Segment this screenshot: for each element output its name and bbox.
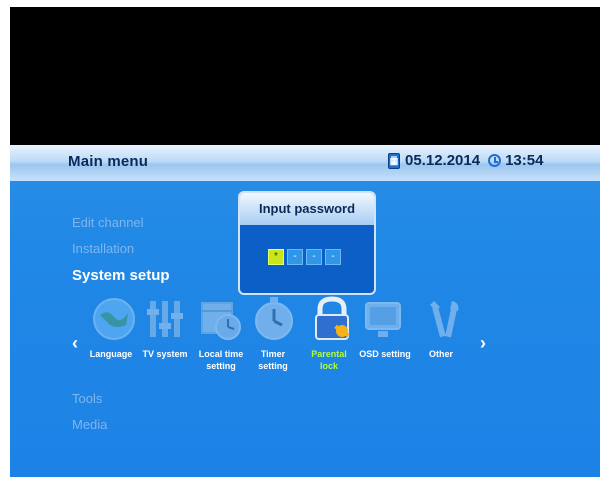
password-digit[interactable]: *	[268, 249, 284, 265]
osd-setting-icon[interactable]	[360, 295, 408, 343]
timer-icon[interactable]	[250, 295, 298, 343]
scroll-left-arrow[interactable]: ‹	[72, 333, 78, 354]
icon-label-osd-setting: OSD setting	[359, 349, 411, 359]
video-area	[10, 7, 600, 145]
menu-item-system-setup[interactable]: System setup	[72, 267, 170, 284]
icon-label-language: Language	[89, 349, 133, 359]
password-digit[interactable]: -	[325, 249, 341, 265]
calendar-icon: ▦	[388, 152, 400, 169]
tv-screen: Main menu ▦ 05.12.2014 13:54 Edit channe…	[10, 7, 600, 477]
menu-item-installation[interactable]: Installation	[72, 241, 134, 256]
parental-lock-icon[interactable]	[308, 295, 356, 343]
icon-label-other: Other	[428, 349, 453, 359]
password-dialog: Input password * - - -	[238, 191, 376, 295]
password-digit[interactable]: -	[287, 249, 303, 265]
main-menu-panel: Main menu ▦ 05.12.2014 13:54 Edit channe…	[10, 145, 600, 477]
menu-item-tools[interactable]: Tools	[72, 391, 102, 406]
current-time: 13:54	[505, 152, 544, 169]
icon-label-parental-lock: Parental lock	[311, 349, 347, 371]
main-menu-header: Main menu ▦ 05.12.2014 13:54	[10, 145, 600, 181]
password-digit[interactable]: -	[306, 249, 322, 265]
password-input[interactable]: * - - -	[268, 249, 341, 265]
scroll-right-arrow[interactable]: ›	[480, 333, 486, 354]
tv-system-icon[interactable]	[142, 295, 190, 343]
other-tools-icon[interactable]	[420, 295, 468, 343]
page-title: Main menu	[68, 153, 149, 170]
clock-icon	[488, 154, 502, 167]
date-time: ▦ 05.12.2014 13:54	[388, 152, 543, 169]
globe-icon[interactable]	[90, 295, 138, 343]
icon-label-local-time: Local time setting	[198, 349, 244, 371]
menu-item-media[interactable]: Media	[72, 417, 107, 432]
password-dialog-title: Input password	[240, 193, 374, 225]
icon-label-tv-system: TV system	[142, 349, 188, 359]
icon-label-timer: Timer setting	[258, 349, 288, 371]
menu-item-edit-channel[interactable]: Edit channel	[72, 215, 144, 230]
current-date: 05.12.2014	[405, 152, 481, 169]
calendar-clock-icon[interactable]	[196, 295, 244, 343]
